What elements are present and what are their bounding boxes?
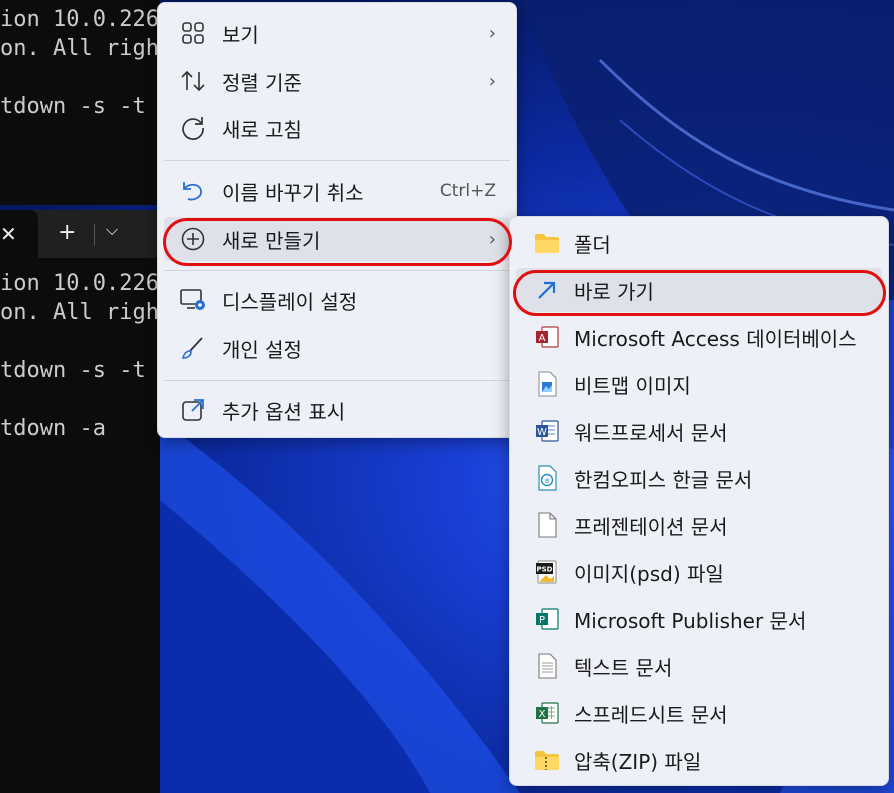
menu-item-sort-by[interactable]: 정렬 기준 ›: [164, 59, 510, 103]
sort-icon: [178, 66, 208, 96]
chevron-down-icon[interactable]: ⌵: [106, 220, 118, 240]
display-settings-icon: [178, 285, 208, 315]
access-icon: A: [532, 322, 562, 352]
terminal-line: on. All righ: [0, 36, 159, 61]
submenu-item-zip[interactable]: 압축(ZIP) 파일: [516, 738, 882, 782]
menu-item-new[interactable]: 새로 만들기 ›: [164, 217, 510, 261]
menu-item-label: 정렬 기준: [222, 70, 302, 95]
submenu-item-label: 스프레드시트 문서: [574, 702, 728, 727]
menu-item-label: 개인 설정: [222, 337, 302, 362]
new-submenu: 폴더 바로 가기 A Microsoft Access 데이터베이스 비트맵 이…: [509, 216, 889, 786]
svg-text:PSD: PSD: [537, 566, 553, 574]
grid-view-icon: [178, 18, 208, 48]
submenu-item-access[interactable]: A Microsoft Access 데이터베이스: [516, 315, 882, 359]
bitmap-icon: [532, 369, 562, 399]
zip-folder-icon: [532, 745, 562, 775]
submenu-item-label: 이미지(psd) 파일: [574, 561, 724, 586]
terminal-window-top[interactable]: ion 10.0.226 on. All righ tdown -s -t: [0, 0, 160, 205]
svg-text:A: A: [539, 333, 546, 344]
desktop-context-menu: 보기 › 정렬 기준 › 새로 고침 이름 바꾸기 취소 Ctrl+Z 새로 만…: [157, 2, 517, 438]
terminal-line: tdown -a: [0, 416, 106, 441]
text-document-icon: [532, 651, 562, 681]
submenu-item-word[interactable]: W 워드프로세서 문서: [516, 409, 882, 453]
submenu-item-hwp[interactable]: ㅎ 한컴오피스 한글 문서: [516, 456, 882, 500]
menu-item-refresh[interactable]: 새로 고침: [164, 106, 510, 150]
menu-item-label: 새로 만들기: [222, 228, 321, 253]
submenu-item-presentation[interactable]: 프레젠테이션 문서: [516, 503, 882, 547]
menu-separator: [164, 380, 510, 381]
submenu-item-label: 한컴오피스 한글 문서: [574, 467, 753, 492]
submenu-item-text[interactable]: 텍스트 문서: [516, 644, 882, 688]
submenu-item-folder[interactable]: 폴더: [516, 221, 882, 265]
submenu-item-label: 바로 가기: [574, 279, 654, 304]
excel-icon: X: [532, 698, 562, 728]
submenu-item-bitmap[interactable]: 비트맵 이미지: [516, 362, 882, 406]
publisher-icon: P: [532, 604, 562, 634]
psd-icon: PSD: [532, 557, 562, 587]
shortcut-arrow-icon: [532, 275, 562, 305]
menu-item-label: 새로 고침: [222, 117, 302, 142]
submenu-item-label: 워드프로세서 문서: [574, 420, 728, 445]
brush-icon: [178, 333, 208, 363]
menu-item-display-settings[interactable]: 디스플레이 설정: [164, 278, 510, 322]
keyboard-shortcut: Ctrl+Z: [439, 181, 496, 201]
submenu-item-psd[interactable]: PSD 이미지(psd) 파일: [516, 550, 882, 594]
submenu-item-label: Microsoft Publisher 문서: [574, 608, 807, 633]
terminal-line: on. All righ: [0, 300, 159, 325]
svg-text:X: X: [539, 709, 546, 720]
new-tab-button[interactable]: +: [58, 220, 76, 245]
menu-item-label: 추가 옵션 표시: [222, 399, 346, 424]
terminal-tab[interactable]: ✕: [0, 210, 38, 258]
menu-item-view[interactable]: 보기 ›: [164, 11, 510, 55]
submenu-item-publisher[interactable]: P Microsoft Publisher 문서: [516, 597, 882, 641]
menu-item-personalize[interactable]: 개인 설정: [164, 326, 510, 370]
chevron-right-icon: ›: [488, 22, 496, 44]
terminal-line: tdown -s -t: [0, 94, 146, 119]
hwp-icon: ㅎ: [532, 463, 562, 493]
submenu-item-label: 텍스트 문서: [574, 655, 673, 680]
submenu-item-label: 폴더: [574, 232, 611, 257]
submenu-item-label: Microsoft Access 데이터베이스: [574, 326, 857, 351]
divider: [94, 224, 95, 246]
undo-icon: [178, 176, 208, 206]
menu-separator: [164, 270, 510, 271]
refresh-icon: [178, 113, 208, 143]
terminal-window-bottom[interactable]: ✕ + ⌵ ion 10.0.226 on. All righ tdown -s…: [0, 210, 160, 793]
terminal-line: ion 10.0.226: [0, 7, 159, 32]
svg-text:ㅎ: ㅎ: [543, 477, 550, 486]
terminal-tab-bar: ✕ + ⌵: [0, 210, 160, 258]
submenu-item-spreadsheet[interactable]: X 스프레드시트 문서: [516, 691, 882, 735]
chevron-right-icon: ›: [488, 228, 496, 250]
submenu-item-shortcut[interactable]: 바로 가기: [516, 268, 882, 312]
menu-item-undo-rename[interactable]: 이름 바꾸기 취소 Ctrl+Z: [164, 169, 510, 213]
menu-separator: [164, 160, 510, 161]
new-plus-icon: [178, 224, 208, 254]
submenu-item-label: 프레젠테이션 문서: [574, 514, 728, 539]
menu-item-show-more-options[interactable]: 추가 옵션 표시: [164, 388, 510, 432]
blank-document-icon: [532, 510, 562, 540]
terminal-line: tdown -s -t: [0, 358, 146, 383]
chevron-right-icon: ›: [488, 70, 496, 92]
more-options-icon: [178, 395, 208, 425]
submenu-item-label: 압축(ZIP) 파일: [574, 749, 702, 774]
terminal-line: ion 10.0.226: [0, 271, 159, 296]
close-icon[interactable]: ✕: [0, 222, 20, 246]
word-icon: W: [532, 416, 562, 446]
submenu-item-label: 비트맵 이미지: [574, 373, 691, 398]
menu-item-label: 보기: [222, 22, 259, 47]
menu-item-label: 이름 바꾸기 취소: [222, 180, 364, 205]
svg-text:P: P: [539, 615, 545, 626]
menu-item-label: 디스플레이 설정: [222, 289, 358, 314]
svg-text:W: W: [537, 427, 547, 438]
folder-icon: [532, 228, 562, 258]
